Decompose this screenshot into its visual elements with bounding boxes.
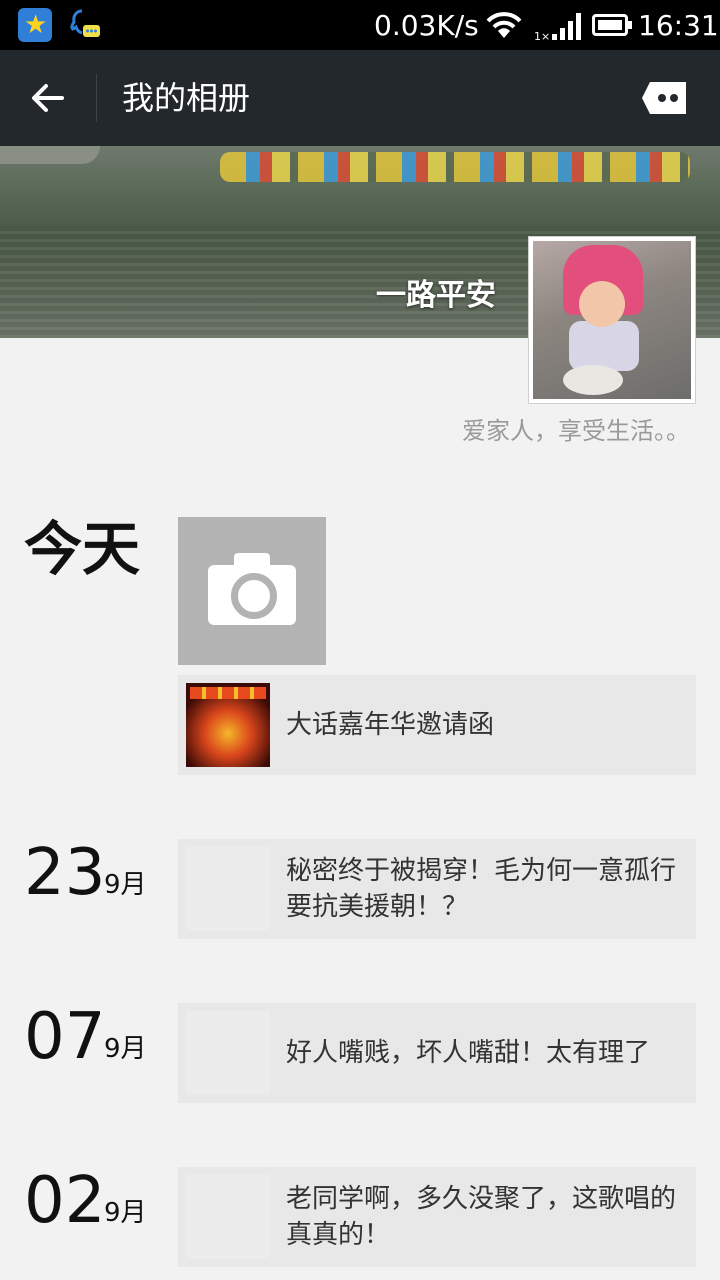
post-text: 好人嘴贱，坏人嘴甜！太有理了 [286,1038,651,1068]
post-text: 老同学啊，多久没聚了，这歌唱的真真的！ [286,1184,677,1250]
back-button[interactable] [24,74,72,122]
comment-more-icon[interactable] [640,80,688,116]
svg-text:1×: 1× [534,30,550,42]
timeline-date-day: 07 [24,1000,106,1074]
timeline-date-month: 9月 [104,1034,147,1064]
timeline-date-month: 9月 [104,870,147,900]
timeline-post[interactable]: 老同学啊，多久没聚了，这歌唱的真真的！ [178,1167,696,1267]
page-title: 我的相册 [122,79,251,117]
post-thumbnail [186,683,270,767]
profile-signature: 爱家人，享受生活。。 [462,417,690,445]
network-speed: 0.03K/s [374,9,479,42]
timeline-post[interactable]: 大话嘉年华邀请函 [178,675,696,775]
timeline-post[interactable]: 好人嘴贱，坏人嘴甜！太有理了 [178,1003,696,1103]
timeline-date-day: 02 [24,1164,106,1238]
app-notification-icon: ★ [18,8,52,42]
post-thumbnail [186,1175,270,1259]
profile-nickname: 一路平安 [376,278,496,313]
post-text: 大话嘉年华邀请函 [286,710,495,740]
post-thumbnail [186,1011,270,1095]
title-divider [96,74,97,122]
qq-chat-icon [70,9,100,37]
status-bar: ★ 0.03K/s 1× 16:31 [0,0,720,50]
battery-icon [592,14,632,36]
timeline-date-today: 今天 [24,515,141,583]
title-bar: 我的相册 [0,50,720,146]
signal-icon: 1× [534,13,581,42]
clock: 16:31 [638,9,719,42]
timeline-date-day: 23 [24,836,106,910]
timeline-post[interactable]: 秘密终于被揭穿！毛为何一意孤行要抗美援朝！？ [178,839,696,939]
post-thumbnail [186,847,270,931]
timeline-date-month: 9月 [104,1198,147,1228]
add-photo-button[interactable] [178,517,326,665]
avatar[interactable] [528,236,696,404]
wifi-icon [486,12,522,38]
post-text: 秘密终于被揭穿！毛为何一意孤行要抗美援朝！？ [286,856,677,922]
